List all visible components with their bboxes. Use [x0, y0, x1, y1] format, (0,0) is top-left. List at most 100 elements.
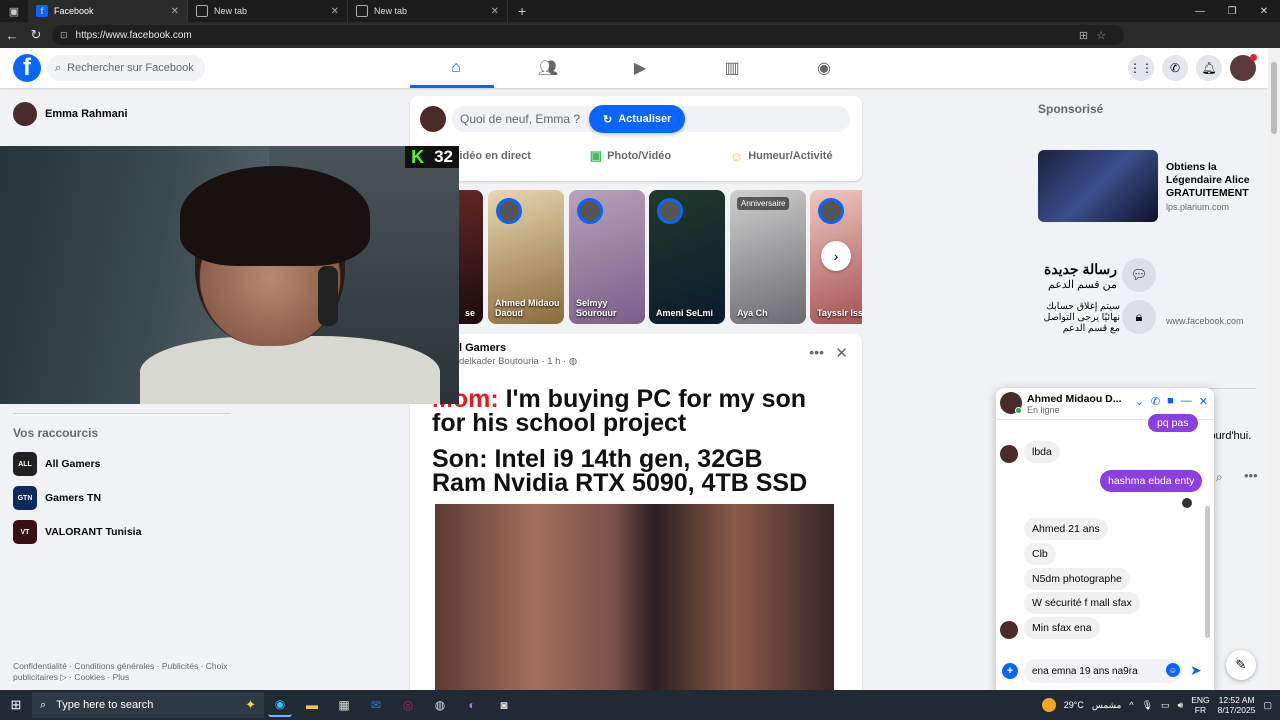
contacts-more-icon[interactable]: •••: [1244, 468, 1258, 483]
discord-icon[interactable]: ◐: [460, 693, 484, 717]
close-chat-icon[interactable]: ✕: [1199, 395, 1208, 408]
story-card[interactable]: Ahmed Midaou Daoud: [488, 190, 564, 324]
ad-url[interactable]: lps.plarium.com: [1166, 202, 1229, 212]
shortcut-valorant-tunisia[interactable]: VT VALORANT Tunisia: [13, 520, 141, 544]
volume-icon[interactable]: 🔊︎: [1178, 700, 1184, 711]
minimize-icon[interactable]: —: [1184, 0, 1216, 22]
post-image[interactable]: Mom: I'm buying PC for my son for his sc…: [424, 374, 848, 690]
close-window-icon[interactable]: ✕: [1248, 0, 1280, 22]
tab-new-1[interactable]: New tab ✕: [188, 0, 348, 22]
video-call-icon[interactable]: ■: [1167, 395, 1174, 408]
kick-logo-icon: K: [411, 146, 425, 167]
post-options-icon[interactable]: •••: [809, 344, 824, 360]
post-group-name[interactable]: l Gamers: [459, 342, 506, 354]
nav-groups[interactable]: ◉: [778, 48, 870, 88]
story-name: Selmyy Sourouur: [576, 298, 617, 318]
account-avatar[interactable]: [1230, 54, 1257, 81]
nav-friends[interactable]: 👥︎: [502, 48, 594, 88]
contacts-search-icon[interactable]: ⌕: [1216, 470, 1223, 485]
restore-icon[interactable]: ❐: [1216, 0, 1248, 22]
network-icon[interactable]: ▭: [1161, 700, 1170, 711]
post-meta: delkader Boutouria · 1 h · ◍: [459, 356, 577, 367]
cam-headset: [318, 266, 338, 326]
nav-marketplace[interactable]: ▥: [686, 48, 778, 88]
story-card[interactable]: Selmyy Sourouur: [569, 190, 645, 324]
hide-post-icon[interactable]: ✕: [835, 344, 848, 362]
back-icon[interactable]: ←: [0, 28, 24, 43]
menu-grid-icon[interactable]: ⋮⋮: [1128, 55, 1154, 81]
divider: [13, 413, 231, 414]
scrollbar-thumb[interactable]: [1271, 62, 1277, 134]
minimize-chat-icon[interactable]: —: [1181, 395, 1192, 408]
temperature[interactable]: 29°C: [1064, 700, 1084, 710]
chevron-down-icon[interactable]: ⌄: [1135, 395, 1144, 408]
phone-icon[interactable]: ✆: [1151, 395, 1160, 408]
store-icon[interactable]: ▦: [332, 693, 356, 717]
clock[interactable]: 12:52 AM 8/17/2025: [1218, 695, 1256, 715]
language-indicator[interactable]: ENG FR: [1191, 695, 1209, 715]
weather-sun-icon[interactable]: [1041, 698, 1056, 712]
read-favorite-icons[interactable]: ⊞☆: [1079, 29, 1114, 42]
file-explorer-icon[interactable]: ▬: [300, 693, 324, 717]
action-label: Photo/Vidéo: [607, 150, 672, 162]
refresh-button[interactable]: ↻ Actualiser: [589, 105, 686, 133]
footer-links[interactable]: Confidentialité · Conditions générales ·…: [13, 661, 228, 683]
reload-icon[interactable]: ↻: [24, 27, 48, 43]
weather-text[interactable]: مشمس: [1092, 700, 1122, 711]
profile-link[interactable]: Emma Rahmani: [13, 102, 128, 126]
new-tab-button[interactable]: +: [508, 3, 536, 19]
messenger-icon[interactable]: ✆: [1162, 55, 1188, 81]
outlook-icon[interactable]: ✉: [364, 693, 388, 717]
ad-image[interactable]: [1038, 150, 1158, 222]
window-menu-icon[interactable]: ▣: [0, 0, 28, 22]
ad-url[interactable]: www.facebook.com: [1166, 316, 1244, 326]
viewer-count: 32: [434, 147, 453, 166]
nav-home[interactable]: ⌂: [410, 48, 502, 88]
mic-icon[interactable]: 🎙︎: [1142, 700, 1153, 711]
lang-secondary: FR: [1194, 705, 1207, 715]
ad-text[interactable]: Obtiens la Légendaire Alice GRATUITEMENT: [1166, 161, 1266, 200]
tab-new-2[interactable]: New tab ✕: [348, 0, 508, 22]
obs-icon[interactable]: ◙: [492, 693, 516, 717]
emoji-icon[interactable]: ☺: [1166, 663, 1180, 677]
windows-start-icon[interactable]: ⊞: [0, 697, 32, 713]
story-card[interactable]: se: [459, 190, 483, 324]
photo-video-button[interactable]: ▣ Photo/Vidéo: [590, 148, 671, 164]
chat-message-input[interactable]: [1024, 659, 1182, 683]
tray-chevron-icon[interactable]: ^: [1129, 700, 1133, 710]
story-avatar: [496, 198, 522, 224]
webcam-overlay: K 32: [0, 146, 459, 404]
close-tab-icon[interactable]: ✕: [331, 6, 339, 17]
add-attachment-icon[interactable]: +: [1002, 663, 1018, 679]
notifications-icon[interactable]: ▢: [1263, 700, 1272, 711]
shortcut-all-gamers[interactable]: ALL All Gamers: [13, 452, 100, 476]
taskbar-search-input[interactable]: ⌕ Type here to search ✦: [32, 692, 264, 718]
close-tab-icon[interactable]: ✕: [491, 6, 499, 17]
new-message-icon[interactable]: ✎: [1226, 650, 1256, 680]
story-card[interactable]: Anniversaire Aya Ch: [730, 190, 806, 324]
facebook-search-input[interactable]: ⌕ Rechercher sur Facebook: [47, 55, 205, 81]
nav-video[interactable]: ▶: [594, 48, 686, 88]
main-nav: ⌂ 👥︎ ▶ ▥ ◉: [410, 48, 870, 88]
shortcut-gamers-tn[interactable]: GTN Gamers TN: [13, 486, 101, 510]
facebook-logo-icon[interactable]: f: [13, 54, 41, 82]
notifications-bell-icon[interactable]: 🔔︎: [1196, 55, 1222, 81]
close-tab-icon[interactable]: ✕: [171, 6, 179, 17]
copilot-spark-icon[interactable]: ✦: [245, 697, 256, 713]
edge-icon[interactable]: ◉: [268, 693, 292, 717]
story-avatar: [818, 198, 844, 224]
feeling-activity-button[interactable]: ☺ Humeur/Activité: [730, 148, 833, 164]
page-scrollbar[interactable]: [1268, 48, 1280, 690]
send-icon[interactable]: ➤: [1190, 662, 1202, 679]
stories-next-icon[interactable]: ›: [821, 241, 851, 271]
search-icon: ⌕: [55, 61, 62, 74]
tab-facebook[interactable]: f Facebook ✕: [28, 0, 188, 22]
story-card[interactable]: Ameni SeLmi: [649, 190, 725, 324]
app-icon[interactable]: ◎: [396, 693, 420, 717]
chat-scrollbar[interactable]: [1205, 506, 1210, 638]
chat-contact-name[interactable]: Ahmed Midaou D...: [1027, 393, 1122, 405]
url-field[interactable]: ⊡ https://www.facebook.com ⊞☆: [52, 25, 1124, 45]
tab-label: New tab: [214, 6, 248, 16]
site-info-icon[interactable]: ⊡: [60, 30, 68, 41]
chrome-icon[interactable]: ◍: [428, 693, 452, 717]
